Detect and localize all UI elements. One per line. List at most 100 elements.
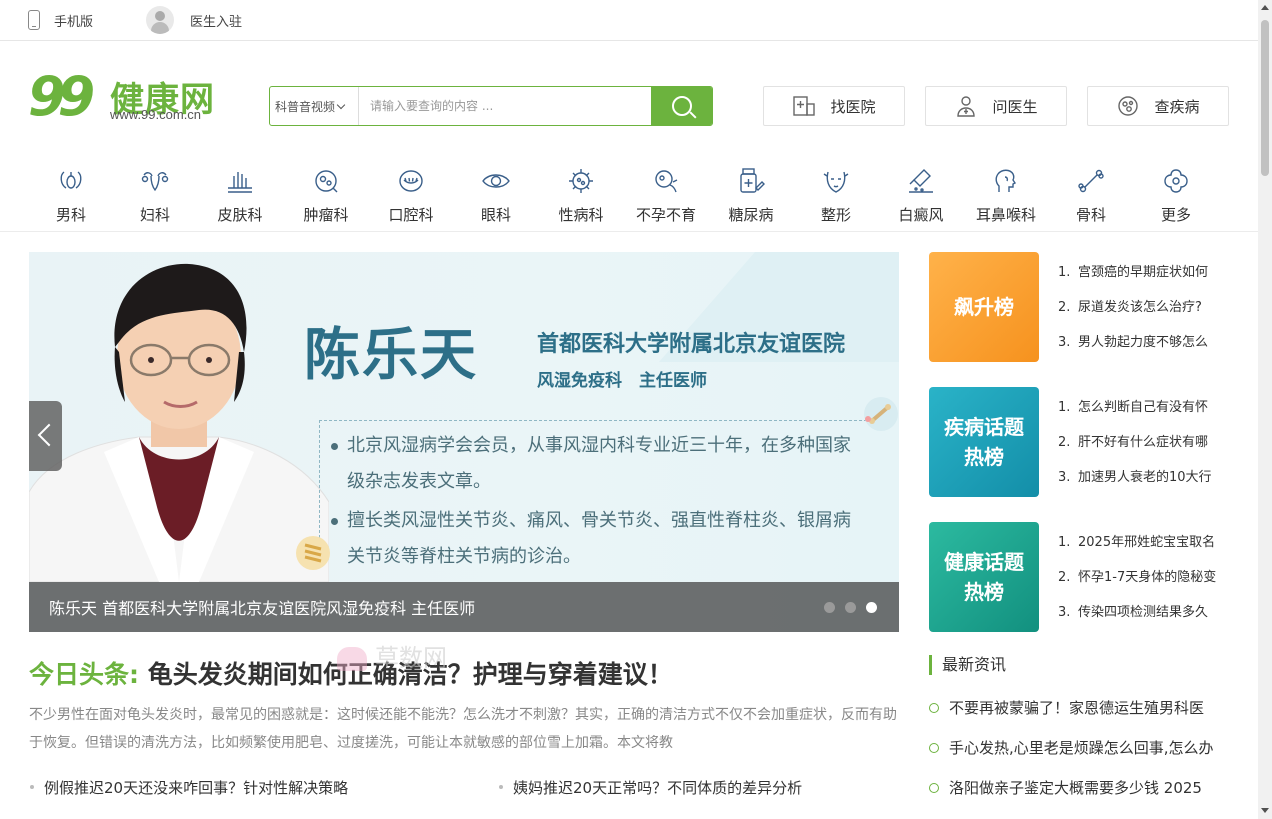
banner-bullet-1: 北京风湿病学会会员，从事风湿内科专业近三十年，在多种国家级杂志发表文章。 bbox=[331, 428, 867, 500]
department-nav: 男科 妇科 皮肤科 肿瘤科 口腔科 眼科 性病科 不孕不育 糖尿病 整形 白癜风 bbox=[0, 160, 1258, 232]
dept-infertility[interactable]: 不孕不育 bbox=[626, 166, 706, 225]
head-profile-icon bbox=[995, 169, 1017, 192]
carousel-prev-arrow-icon[interactable] bbox=[29, 401, 62, 471]
search-input[interactable] bbox=[360, 87, 652, 125]
dept-ophthalmology[interactable]: 眼科 bbox=[456, 166, 536, 225]
news-item[interactable]: 手心发热,心里老是烦躁怎么回事,怎么办 bbox=[929, 737, 1229, 758]
banner-bullet-2: 擅长类风湿性关节炎、痛风、骨关节炎、强直性脊柱炎、银屑病关节炎等脊柱关节病的诊治… bbox=[331, 503, 867, 575]
ask-doctor-button[interactable]: 问医生 bbox=[925, 86, 1067, 126]
ranking-card-disease[interactable]: 疾病话题 热榜 bbox=[929, 387, 1039, 497]
dept-label: 更多 bbox=[1160, 206, 1191, 224]
ranking-item[interactable]: 2. 肝不好有什么症状有哪 bbox=[1058, 432, 1230, 467]
bone-icon bbox=[864, 397, 898, 431]
dept-label: 眼科 bbox=[480, 206, 511, 224]
dept-orthopedics[interactable]: 骨科 bbox=[1051, 166, 1131, 225]
ranking-card-rising[interactable]: 飙升榜 bbox=[929, 252, 1039, 362]
ranking-item[interactable]: 2. 怀孕1-7天身体的隐秘变 bbox=[1058, 567, 1230, 602]
dept-stomatology[interactable]: 口腔科 bbox=[371, 166, 451, 225]
check-disease-button[interactable]: 查疾病 bbox=[1087, 86, 1229, 126]
carousel-dot-3-active[interactable] bbox=[866, 602, 877, 613]
doctor-join-label: 医生入驻 bbox=[190, 14, 243, 30]
ranking-card-health[interactable]: 健康话题 热榜 bbox=[929, 522, 1039, 632]
dept-label: 男科 bbox=[55, 206, 86, 224]
banner-doctor-name: 陈乐天 bbox=[304, 323, 478, 388]
hospital-icon bbox=[793, 96, 816, 116]
headline-summary: 不少男性在面对龟头发炎时，最常见的困惑就是：这时候还能不能洗？怎么洗才不刺激？其… bbox=[29, 707, 897, 751]
bullet-icon bbox=[331, 443, 338, 450]
eye-icon bbox=[482, 174, 510, 188]
search-button[interactable] bbox=[651, 87, 712, 125]
logo-99-mark: 99 bbox=[28, 65, 95, 128]
dept-more[interactable]: 更多 bbox=[1136, 166, 1216, 225]
ranking-list: 1. 宫颈癌的早期症状如何 2. 尿道发炎该怎么治疗? 3. 男人勃起力度不够怎么 bbox=[1058, 262, 1230, 367]
ranking-card-title: 健康话题 bbox=[944, 550, 1024, 574]
ranking-item[interactable]: 1. 2025年邢姓蛇宝宝取名 bbox=[1058, 532, 1230, 567]
face-icon bbox=[823, 171, 849, 193]
ranking-item[interactable]: 1. 宫颈癌的早期症状如何 bbox=[1058, 262, 1230, 297]
more-icon bbox=[1164, 169, 1188, 193]
carousel-dot-1[interactable] bbox=[824, 602, 835, 613]
dept-label: 整形 bbox=[820, 206, 851, 224]
watermark-icon bbox=[337, 647, 367, 671]
page-scrollbar[interactable] bbox=[1258, 0, 1272, 819]
dept-label: 耳鼻喉科 bbox=[975, 206, 1036, 224]
logo-url: www.99.com.cn bbox=[110, 107, 202, 122]
ranking-item[interactable]: 1. 怎么判断自己有没有怀 bbox=[1058, 397, 1230, 432]
doctor-icon bbox=[957, 96, 976, 117]
scroll-down-arrow-icon[interactable] bbox=[1261, 808, 1269, 813]
ranking-item[interactable]: 2. 尿道发炎该怎么治疗? bbox=[1058, 297, 1230, 332]
dept-std[interactable]: 性病科 bbox=[541, 166, 621, 225]
search-icon bbox=[671, 96, 692, 116]
search-category-select[interactable]: 科普音视频 bbox=[270, 87, 359, 125]
doctor-portrait bbox=[29, 263, 329, 582]
ask-doctor-label: 问医生 bbox=[992, 97, 1038, 116]
ranking-item[interactable]: 3. 男人勃起力度不够怎么 bbox=[1058, 332, 1230, 367]
news-item[interactable]: 不要再被蒙骗了！家恩德运生殖男科医 bbox=[929, 697, 1229, 718]
ranking-item[interactable]: 3. 传染四项检测结果多久 bbox=[1058, 602, 1230, 637]
dept-ent[interactable]: 耳鼻喉科 bbox=[966, 166, 1046, 225]
ranking-health-topics: 健康话题 热榜 1. 2025年邢姓蛇宝宝取名 2. 怀孕1-7天身体的隐秘变 3.… bbox=[929, 522, 1229, 632]
dept-label: 骨科 bbox=[1075, 206, 1106, 224]
carousel-dot-2[interactable] bbox=[845, 602, 856, 613]
dept-label: 性病科 bbox=[558, 206, 604, 224]
ranking-card-subtitle: 热榜 bbox=[964, 445, 1004, 469]
related-article-link[interactable]: 例假推迟20天还没来咋回事？针对性解决策略 bbox=[29, 777, 348, 798]
spine-icon bbox=[296, 536, 330, 570]
banner-hospital: 首都医科大学附属北京友谊医院 bbox=[537, 332, 846, 357]
carousel-dots bbox=[824, 602, 877, 613]
dept-vitiligo[interactable]: 白癜风 bbox=[881, 166, 961, 225]
related-article-link[interactable]: 姨妈推迟20天正常吗？不同体质的差异分析 bbox=[498, 777, 802, 798]
dept-andrology[interactable]: 男科 bbox=[31, 166, 111, 225]
find-hospital-button[interactable]: 找医院 bbox=[763, 86, 905, 126]
dept-oncology[interactable]: 肿瘤科 bbox=[286, 166, 366, 225]
dept-diabetes[interactable]: 糖尿病 bbox=[711, 166, 791, 225]
top-bar: 手机版 医生入驻 bbox=[0, 0, 1258, 41]
banner-caption-bar[interactable]: 陈乐天 首都医科大学附属北京友谊医院风湿免疫科 主任医师 bbox=[29, 582, 899, 632]
dept-label: 肿瘤科 bbox=[303, 206, 349, 224]
watermark-text: 草数网 bbox=[375, 644, 447, 672]
doctor-join-link[interactable]: 医生入驻 bbox=[146, 0, 242, 40]
skin-icon bbox=[228, 172, 252, 193]
fertility-icon bbox=[655, 170, 678, 193]
news-item[interactable]: 洛阳做亲子鉴定大概需要多少钱 2025 bbox=[929, 777, 1229, 798]
dept-label: 白癜风 bbox=[898, 206, 944, 224]
ointment-icon bbox=[909, 169, 933, 193]
ranking-card-subtitle: 热榜 bbox=[964, 580, 1004, 604]
ranking-disease-topics: 疾病话题 热榜 1. 怎么判断自己有没有怀 2. 肝不好有什么症状有哪 3. 加速男人… bbox=[929, 387, 1229, 497]
doctor-banner-carousel[interactable]: 陈乐天 首都医科大学附属北京友谊医院 风湿免疫科 主任医师 北京风湿病学会会员，… bbox=[29, 252, 899, 632]
site-logo[interactable]: 99 健康网 www.99.com.cn bbox=[28, 70, 228, 126]
dept-label: 皮肤科 bbox=[217, 206, 263, 224]
ranking-rising: 飙升榜 1. 宫颈癌的早期症状如何 2. 尿道发炎该怎么治疗? 3. 男人勃起力度不够… bbox=[929, 252, 1229, 362]
ranking-item[interactable]: 3. 加速男人衰老的10大行 bbox=[1058, 467, 1230, 502]
dept-plastic-surgery[interactable]: 整形 bbox=[796, 166, 876, 225]
scrollbar-thumb[interactable] bbox=[1261, 20, 1269, 176]
ranking-list: 1. 2025年邢姓蛇宝宝取名 2. 怀孕1-7天身体的隐秘变 3. 传染四项检测结果… bbox=[1058, 532, 1230, 637]
dept-dermatology[interactable]: 皮肤科 bbox=[200, 166, 280, 225]
mobile-version-link[interactable]: 手机版 bbox=[28, 0, 93, 40]
dept-gynecology[interactable]: 妇科 bbox=[115, 166, 195, 225]
banner-bullet-text: 北京风湿病学会会员，从事风湿内科专业近三十年，在多种国家级杂志发表文章。 bbox=[347, 435, 851, 492]
latest-news-heading: 最新资讯 bbox=[929, 655, 1006, 675]
watermark-logo: 草数网 bbox=[337, 638, 447, 673]
scroll-up-arrow-icon[interactable] bbox=[1261, 5, 1269, 10]
dept-label: 不孕不育 bbox=[635, 206, 696, 224]
